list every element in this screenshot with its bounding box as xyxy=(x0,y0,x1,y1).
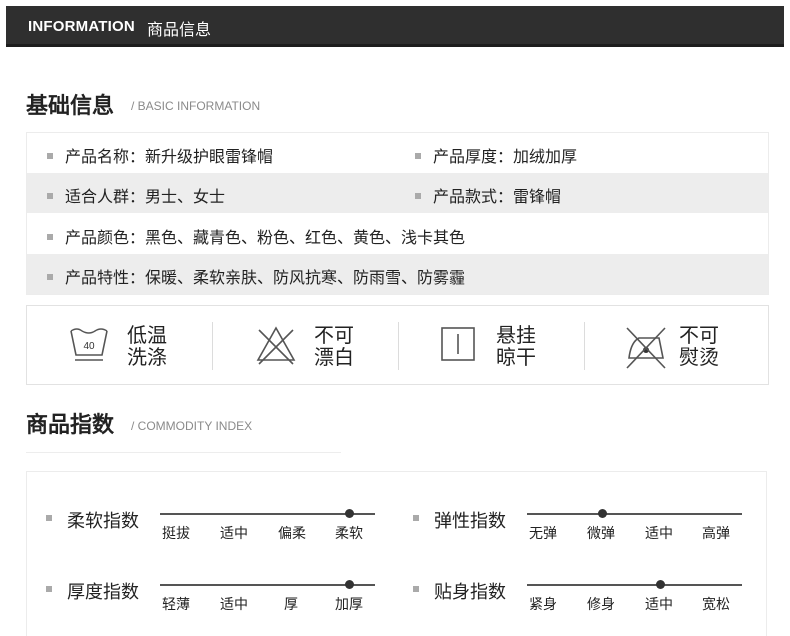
scale-option: 适中 xyxy=(220,597,248,613)
index-tab xyxy=(26,452,341,470)
bullet-icon xyxy=(47,233,53,240)
index-label: 弹性指数 xyxy=(434,511,506,532)
info-item: 产品厚度：加绒加厚 xyxy=(415,143,577,167)
divider xyxy=(212,322,213,370)
bullet-icon xyxy=(47,192,53,199)
header-bar: INFORMATION 商品信息 xyxy=(6,6,784,47)
no-bleach-icon xyxy=(256,326,296,365)
basic-info-title: 基础信息 xyxy=(26,94,115,119)
info-item: 产品名称：新升级护眼雷锋帽 xyxy=(47,143,273,167)
bullet-icon xyxy=(415,192,421,199)
scale-option: 适中 xyxy=(645,526,673,542)
scale-track xyxy=(527,513,742,515)
info-item: 产品特性：保暖、柔软亲肤、防风抗寒、防雨雪、防雾霾 xyxy=(47,264,465,288)
scale-option: 挺拔 xyxy=(162,526,190,542)
svg-text:40: 40 xyxy=(83,341,95,352)
care-label: 低温 洗涤 xyxy=(127,323,167,369)
bullet-icon xyxy=(47,152,53,159)
header-title-en: INFORMATION xyxy=(28,18,135,35)
scale-track xyxy=(160,513,375,515)
scale-option: 柔软 xyxy=(335,526,363,542)
commodity-index-subtitle: / COMMODITY INDEX xyxy=(131,419,253,433)
divider xyxy=(398,322,399,370)
info-row: 产品特性：保暖、柔软亲肤、防风抗寒、防雨雪、防雾霾 xyxy=(27,254,768,294)
scale-option: 适中 xyxy=(220,526,248,542)
bullet-icon xyxy=(415,152,421,159)
scale-option: 加厚 xyxy=(335,597,363,613)
info-item: 产品颜色：黑色、藏青色、粉色、红色、黄色、浅卡其色 xyxy=(47,224,465,248)
wash-40-icon: 40 xyxy=(70,328,108,361)
info-item: 产品款式：雷锋帽 xyxy=(415,183,561,207)
scale-option: 无弹 xyxy=(529,526,557,542)
scale-option: 修身 xyxy=(587,597,615,613)
scale-option: 紧身 xyxy=(529,597,557,613)
scale-marker xyxy=(344,580,354,589)
info-row: 适合人群：男士、女士 产品款式：雷锋帽 xyxy=(27,173,768,213)
scale-track xyxy=(160,584,375,586)
care-label: 悬挂 晾干 xyxy=(496,323,536,369)
info-row: 产品颜色：黑色、藏青色、粉色、红色、黄色、浅卡其色 xyxy=(27,214,768,254)
bullet-icon xyxy=(413,515,419,521)
index-label: 贴身指数 xyxy=(434,582,506,603)
scale-marker xyxy=(655,580,665,589)
scale-marker xyxy=(344,509,354,518)
scale-marker xyxy=(597,509,607,518)
scale-option: 微弹 xyxy=(587,526,615,542)
scale-option: 偏柔 xyxy=(278,526,306,542)
bullet-icon xyxy=(413,586,419,592)
info-item: 适合人群：男士、女士 xyxy=(47,183,225,207)
info-row: 产品名称：新升级护眼雷锋帽 产品厚度：加绒加厚 xyxy=(27,133,768,173)
divider xyxy=(584,322,585,370)
scale-option: 轻薄 xyxy=(162,597,190,613)
hang-dry-icon xyxy=(441,327,475,361)
scale-track xyxy=(527,584,742,586)
bullet-icon xyxy=(47,273,53,280)
commodity-index-title: 商品指数 xyxy=(26,413,115,438)
scale-option: 适中 xyxy=(645,597,673,613)
index-label: 柔软指数 xyxy=(67,511,139,532)
scale-option: 高弹 xyxy=(702,526,730,542)
basic-info-table: 产品名称：新升级护眼雷锋帽 产品厚度：加绒加厚 适合人群：男士、女士 产品款式：… xyxy=(26,132,769,295)
care-label: 不可 熨烫 xyxy=(679,323,719,369)
care-label: 不可 漂白 xyxy=(314,323,354,369)
basic-info-subtitle: / BASIC INFORMATION xyxy=(131,99,261,113)
care-instructions: 40 低温 洗涤 不可 漂白 悬挂 晾干 不可 熨烫 xyxy=(26,305,769,385)
scale-option: 宽松 xyxy=(702,597,730,613)
header-title-zh: 商品信息 xyxy=(147,20,212,39)
index-label: 厚度指数 xyxy=(67,582,139,603)
bullet-icon xyxy=(46,586,52,592)
bullet-icon xyxy=(46,515,52,521)
no-iron-icon xyxy=(626,327,666,369)
scale-option: 厚 xyxy=(284,597,298,613)
